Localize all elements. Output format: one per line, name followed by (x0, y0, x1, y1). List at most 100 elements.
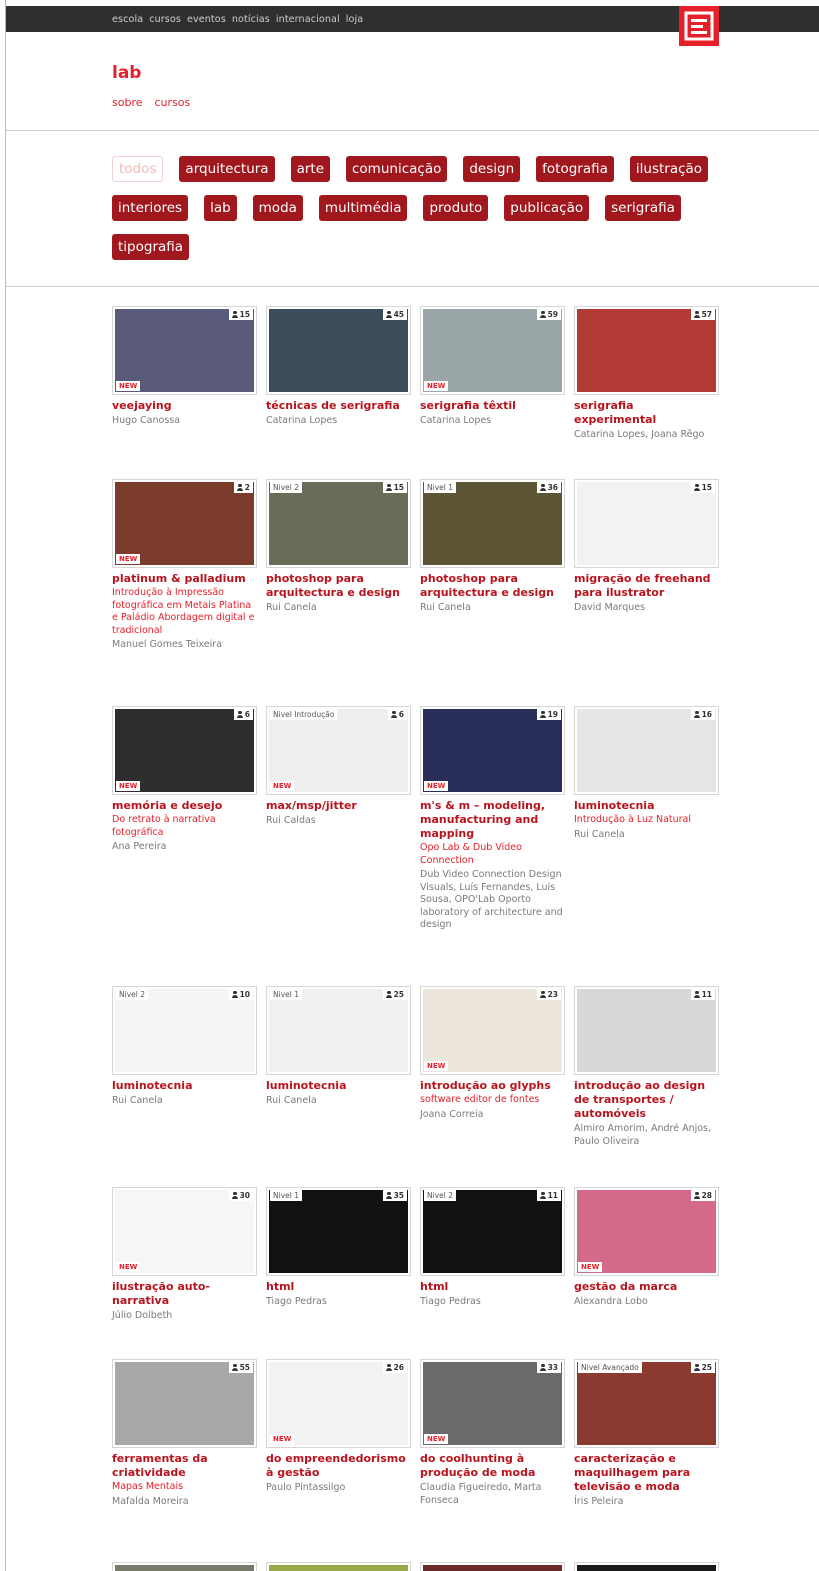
course-thumbnail[interactable]: 25 Nivel 1 (266, 986, 411, 1075)
course-title-link[interactable]: ferramentas da criatividade (112, 1452, 257, 1480)
course-card-partial[interactable] (112, 1562, 257, 1571)
course-title-link[interactable]: técnicas de serigrafia (266, 399, 411, 413)
course-title-link[interactable]: photoshop para arquitectura e design (420, 572, 565, 600)
course-thumbnail[interactable]: 23 NEW (420, 986, 565, 1075)
topnav-eventos[interactable]: eventos (187, 14, 226, 25)
course-card[interactable]: 25 Nivel Avançado caracterização e maquilh… (574, 1359, 719, 1509)
course-card[interactable]: 19 NEW m's & m – modeling, manufacturing a… (420, 706, 565, 932)
course-card[interactable]: 16 luminotecnia Introdução à Luz Natural Ru… (574, 706, 719, 841)
course-thumbnail[interactable]: 26 NEW (266, 1359, 411, 1448)
tag-filter[interactable]: arquitectura (179, 156, 275, 182)
course-title-link[interactable]: ilustração auto-narrativa (112, 1280, 257, 1308)
tag-filter[interactable]: interiores (112, 195, 189, 221)
tag-filter[interactable]: design (463, 156, 521, 182)
course-card[interactable]: 2 NEW platinum & palladium Introdução à Imp… (112, 479, 257, 652)
course-thumbnail[interactable]: 57 (574, 306, 719, 395)
course-thumbnail[interactable]: 25 Nivel Avançado (574, 1359, 719, 1448)
tag-filter[interactable]: lab (204, 195, 237, 221)
course-thumbnail[interactable]: 35 Nivel 1 (266, 1187, 411, 1276)
course-card[interactable]: 11 introdução ao design de transportes / … (574, 986, 719, 1148)
course-thumbnail[interactable]: 59 NEW (420, 306, 565, 395)
topnav-loja[interactable]: loja (346, 14, 363, 25)
course-thumbnail[interactable]: 28 NEW (574, 1187, 719, 1276)
course-card[interactable]: 33 NEW do coolhunting à produção de moda Cl… (420, 1359, 565, 1507)
course-card[interactable]: 23 NEW introdução ao glyphs software editor… (420, 986, 565, 1121)
course-title-link[interactable]: html (420, 1280, 565, 1294)
course-thumbnail[interactable]: 19 NEW (420, 706, 565, 795)
course-card-partial[interactable] (420, 1562, 565, 1571)
course-card[interactable]: 57 serigrafia experimental Catarina Lopes,… (574, 306, 719, 442)
course-card[interactable]: 6 Nivel Introdução NEW max/msp/jitter Rui Ca… (266, 706, 411, 828)
course-card[interactable]: 35 Nivel 1 html Tiago Pedras (266, 1187, 411, 1309)
course-card[interactable]: 10 Nivel 2 luminotecnia Rui Canela (112, 986, 257, 1108)
course-title-link[interactable]: m's & m – modeling, manufacturing and ma… (420, 799, 565, 841)
course-thumbnail[interactable]: 30 NEW (112, 1187, 257, 1276)
course-card[interactable]: 26 NEW do empreendedorismo à gestão Paulo P… (266, 1359, 411, 1495)
course-title-link[interactable]: serigrafia experimental (574, 399, 719, 427)
course-thumbnail[interactable]: 6 NEW (112, 706, 257, 795)
course-title-link[interactable]: serigrafia têxtil (420, 399, 565, 413)
course-card[interactable]: 6 NEW memória e desejo Do retrato à narrati… (112, 706, 257, 854)
course-title-link[interactable]: platinum & palladium (112, 572, 257, 586)
tag-filter[interactable]: produto (423, 195, 489, 221)
course-title-link[interactable]: migração de freehand para ilustrator (574, 572, 719, 600)
tag-filter[interactable]: serigrafia (605, 195, 681, 221)
course-card[interactable]: 55 ferramentas da criatividade Mapas Menta… (112, 1359, 257, 1508)
topnav-noticias[interactable]: notícias (232, 14, 270, 25)
course-title-link[interactable]: memória e desejo (112, 799, 257, 813)
course-title-link[interactable]: veejaying (112, 399, 257, 413)
subnav-cursos[interactable]: cursos (155, 96, 191, 109)
course-card[interactable]: 59 NEW serigrafia têxtil Catarina Lopes (420, 306, 565, 428)
course-card[interactable]: 11 Nivel 2 html Tiago Pedras (420, 1187, 565, 1309)
course-title-link[interactable]: do empreendedorismo à gestão (266, 1452, 411, 1480)
course-card-partial[interactable] (574, 1562, 719, 1571)
course-thumbnail[interactable]: 11 Nivel 2 (420, 1187, 565, 1276)
course-title-link[interactable]: do coolhunting à produção de moda (420, 1452, 565, 1480)
course-title-link[interactable]: introdução ao glyphs (420, 1079, 565, 1093)
course-thumbnail[interactable]: 6 Nivel Introdução NEW (266, 706, 411, 795)
subnav-sobre[interactable]: sobre (112, 96, 143, 109)
course-card[interactable]: 36 Nivel 1 photoshop para arquitectura e d… (420, 479, 565, 615)
course-title-link[interactable]: html (266, 1280, 411, 1294)
course-title-link[interactable]: photoshop para arquitectura e design (266, 572, 411, 600)
course-card[interactable]: 28 NEW gestão da marca Alexandra Lobo (574, 1187, 719, 1309)
course-title-link[interactable]: caracterização e maquilhagem para televi… (574, 1452, 719, 1494)
course-card[interactable]: 30 NEW ilustração auto-narrativa Júlio Dolb… (112, 1187, 257, 1323)
course-card[interactable]: 15 NEW veejaying Hugo Canossa (112, 306, 257, 428)
course-thumbnail[interactable]: 15 Nivel 2 (266, 479, 411, 568)
course-thumbnail[interactable]: 36 Nivel 1 (420, 479, 565, 568)
tag-filter[interactable]: fotografia (536, 156, 614, 182)
course-card[interactable]: 15 migração de freehand para ilustrator Da… (574, 479, 719, 615)
course-card[interactable]: 15 Nivel 2 photoshop para arquitectura e d… (266, 479, 411, 615)
course-title-link[interactable]: luminotecnia (266, 1079, 411, 1093)
tag-filter[interactable]: ilustração (629, 156, 709, 182)
course-thumbnail[interactable]: 45 (266, 306, 411, 395)
tag-filter[interactable]: todos (112, 156, 164, 182)
course-card-partial[interactable] (266, 1562, 411, 1571)
e-logo-icon[interactable] (679, 6, 719, 46)
course-thumbnail[interactable]: 33 NEW (420, 1359, 565, 1448)
course-thumbnail[interactable]: 55 (112, 1359, 257, 1448)
course-thumbnail[interactable]: 15 NEW (112, 306, 257, 395)
topnav-internacional[interactable]: internacional (276, 14, 340, 25)
tag-filter[interactable]: moda (252, 195, 303, 221)
course-title-link[interactable]: luminotecnia (574, 799, 719, 813)
tag-filter[interactable]: multimédia (318, 195, 408, 221)
course-title-link[interactable]: introdução ao design de transportes / au… (574, 1079, 719, 1121)
tag-filter[interactable]: comunicação (346, 156, 448, 182)
tag-filter[interactable]: publicação (504, 195, 590, 221)
tag-filter[interactable]: arte (290, 156, 330, 182)
course-thumbnail[interactable]: 16 (574, 706, 719, 795)
topnav-cursos[interactable]: cursos (149, 14, 181, 25)
course-thumbnail[interactable]: 2 NEW (112, 479, 257, 568)
topnav-escola[interactable]: escola (112, 14, 143, 25)
course-thumbnail[interactable]: 10 Nivel 2 (112, 986, 257, 1075)
course-card[interactable]: 25 Nivel 1 luminotecnia Rui Canela (266, 986, 411, 1108)
course-thumbnail[interactable]: 11 (574, 986, 719, 1075)
course-title-link[interactable]: max/msp/jitter (266, 799, 411, 813)
tag-filter[interactable]: tipografia (112, 234, 190, 260)
course-title-link[interactable]: luminotecnia (112, 1079, 257, 1093)
course-card[interactable]: 45 técnicas de serigrafia Catarina Lopes (266, 306, 411, 428)
course-thumbnail[interactable]: 15 (574, 479, 719, 568)
course-title-link[interactable]: gestão da marca (574, 1280, 719, 1294)
